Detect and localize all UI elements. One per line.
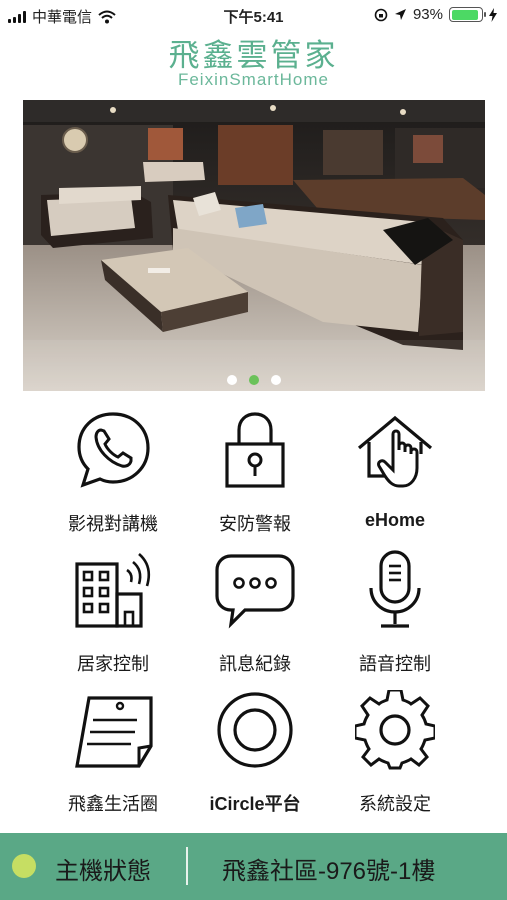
status-right: 93% (374, 6, 497, 23)
gear-icon (355, 690, 435, 770)
menu-label: 系統設定 (359, 794, 431, 814)
carousel-dot-3[interactable] (271, 375, 281, 385)
host-status-indicator (12, 854, 36, 878)
menu-item-settings[interactable]: 系統設定 (320, 680, 470, 820)
carousel-dot-1[interactable] (227, 375, 237, 385)
menu-label: 飛鑫生活圈 (68, 794, 158, 814)
host-status-label: 主機狀態 (55, 858, 151, 885)
status-bar: 中華電信 下午5:41 93% (0, 0, 507, 30)
home-touch-icon (357, 415, 433, 488)
menu-label: 影視對講機 (68, 514, 158, 534)
menu-item-security[interactable]: 安防警報 (180, 400, 330, 540)
menu-item-home-control[interactable]: 居家控制 (38, 540, 188, 680)
bottom-status-bar[interactable]: 主機狀態 飛鑫社區-976號-1樓 (0, 833, 507, 900)
charging-bolt-icon (489, 7, 497, 22)
building-wifi-icon (75, 553, 151, 628)
microphone-icon (369, 550, 421, 628)
carousel-dot-2-active[interactable] (249, 375, 259, 385)
banner-carousel[interactable] (23, 100, 485, 391)
menu-label: 安防警報 (219, 514, 291, 534)
battery-icon (449, 7, 486, 22)
location-label: 飛鑫社區-976號-1樓 (222, 858, 436, 885)
battery-percent: 93% (412, 6, 443, 23)
menu-label: iCircle平台 (209, 794, 301, 814)
banner-image (23, 100, 485, 391)
menu-item-life-circle[interactable]: 飛鑫生活圈 (38, 680, 188, 820)
location-arrow-icon (394, 9, 406, 20)
menu-label: 語音控制 (359, 654, 431, 674)
divider (186, 847, 188, 885)
rotation-lock-icon (374, 8, 388, 21)
menu-item-icircle[interactable]: iCircle平台 (180, 680, 330, 820)
menu-item-messages[interactable]: 訊息紀錄 (180, 540, 330, 680)
menu-label: eHome (364, 510, 426, 530)
menu-label: 居家控制 (77, 654, 149, 674)
brand-subtitle: FeixinSmartHome (177, 70, 330, 89)
notepad-icon (75, 696, 153, 768)
chat-bubble-icon (215, 554, 295, 629)
padlock-icon (225, 412, 285, 488)
brand-title: 飛鑫雲管家 (168, 38, 339, 74)
carousel-dots (23, 375, 485, 385)
ring-icon (217, 692, 293, 768)
menu-item-voice-control[interactable]: 語音控制 (320, 540, 470, 680)
menu-label: 訊息紀錄 (219, 654, 291, 674)
phone-icon (77, 412, 150, 488)
menu-item-intercom[interactable]: 影視對講機 (38, 400, 188, 540)
menu-item-ehome[interactable]: eHome (320, 400, 470, 540)
